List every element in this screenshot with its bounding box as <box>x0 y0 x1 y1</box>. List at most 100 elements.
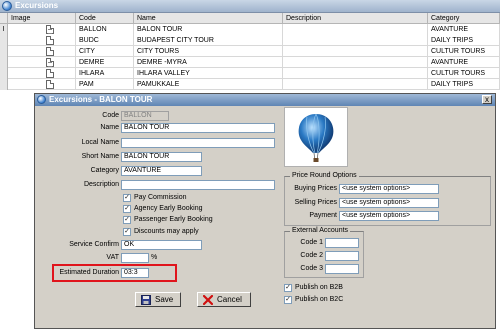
image-cell <box>8 57 76 68</box>
description-field[interactable] <box>121 180 275 190</box>
image-cell <box>8 24 76 35</box>
table-row[interactable]: DEMRE DEMRE -MYRA AVANTURE <box>0 57 500 68</box>
local-name-field[interactable] <box>121 138 275 148</box>
row-indicator: I <box>0 24 8 35</box>
category-cell: CULTUR TOURS <box>428 68 500 79</box>
column-header-name[interactable]: Name <box>134 13 283 24</box>
image-cell <box>8 68 76 79</box>
vat-label: VAT <box>106 254 119 261</box>
category-cell: AVANTURE <box>428 57 500 68</box>
save-button-label: Save <box>155 295 174 304</box>
pay-commission-checkbox[interactable]: ✓ Pay Commission <box>123 193 243 203</box>
image-cell <box>8 79 76 90</box>
name-field[interactable]: BALON TOUR <box>121 123 275 133</box>
description-cell <box>283 57 428 68</box>
code-field: BALLON <box>121 111 169 121</box>
floppy-disk-icon <box>141 295 151 305</box>
name-cell: BALON TOUR <box>134 24 283 35</box>
column-header-description[interactable]: Description <box>283 13 428 24</box>
table-row[interactable]: PAM PAMUKKALE DAILY TRIPS <box>0 79 500 90</box>
agency-early-booking-checkbox[interactable]: ✓ Agency Early Booking <box>123 204 243 214</box>
app-icon <box>2 1 12 11</box>
buying-prices-select[interactable]: <use system options> <box>339 184 439 194</box>
code3-label: Code 3 <box>300 265 323 272</box>
publish-b2b-checkbox[interactable]: ✓ Publish on B2B <box>284 283 374 293</box>
publish-b2c-checkbox[interactable]: ✓ Publish on B2C <box>284 295 374 305</box>
name-cell: PAMUKKALE <box>134 79 283 90</box>
description-cell <box>283 79 428 90</box>
service-confirm-field[interactable]: OK <box>121 240 202 250</box>
category-cell: CULTUR TOURS <box>428 46 500 57</box>
name-label: Name <box>100 124 119 131</box>
code1-label: Code 1 <box>300 239 323 246</box>
passenger-early-booking-checkbox[interactable]: ✓ Passenger Early Booking <box>123 215 243 225</box>
table-row[interactable]: BUDC BUDAPEST CITY TOUR DAILY TRIPS <box>0 35 500 46</box>
dialog-titlebar[interactable]: Excursions - BALON TOUR x <box>35 94 495 106</box>
checkbox-label: Publish on B2C <box>295 296 344 303</box>
vat-field[interactable] <box>121 253 149 263</box>
row-indicator <box>0 57 8 68</box>
checkbox-label: Passenger Early Booking <box>134 216 213 223</box>
code-cell: IHLARA <box>76 68 134 79</box>
document-icon <box>46 25 54 34</box>
row-indicator <box>0 46 8 57</box>
document-icon <box>46 47 54 56</box>
price-round-title: Price Round Options <box>290 171 359 181</box>
estimated-duration-field[interactable]: 03:3 <box>121 268 149 278</box>
code-cell: BUDC <box>76 35 134 46</box>
cancel-button-label: Cancel <box>217 295 242 304</box>
row-indicator <box>0 68 8 79</box>
description-cell <box>283 46 428 57</box>
category-field[interactable]: AVANTURE <box>121 166 202 176</box>
short-name-field[interactable]: BALON TOUR <box>121 152 202 162</box>
buying-prices-label: Buying Prices <box>294 185 337 192</box>
app-icon <box>37 95 46 104</box>
selling-prices-select[interactable]: <use system options> <box>339 198 439 208</box>
payment-label: Payment <box>309 212 337 219</box>
dialog-title: Excursions - BALON TOUR <box>49 95 153 104</box>
category-label: Category <box>90 167 119 174</box>
name-cell: DEMRE -MYRA <box>134 57 283 68</box>
code3-field[interactable] <box>325 264 359 274</box>
cancel-button[interactable]: Cancel <box>197 292 251 307</box>
checkbox-check-icon: ✓ <box>123 194 131 202</box>
code-label: Code <box>102 112 119 119</box>
code-cell: PAM <box>76 79 134 90</box>
table-row[interactable]: CITY CITY TOURS CULTUR TOURS <box>0 46 500 57</box>
code1-field[interactable] <box>325 238 359 248</box>
checkbox-label: Agency Early Booking <box>134 205 203 212</box>
local-name-label: Local Name <box>81 139 119 146</box>
save-button[interactable]: Save <box>135 292 181 307</box>
payment-select[interactable]: <use system options> <box>339 211 439 221</box>
checkbox-label: Pay Commission <box>134 194 187 201</box>
name-cell: BUDAPEST CITY TOUR <box>134 35 283 46</box>
selling-prices-label: Selling Prices <box>294 199 337 206</box>
checkbox-check-icon: ✓ <box>284 284 292 292</box>
grid-header: Image Code Name Description Category <box>0 13 500 24</box>
checkbox-check-icon: ✓ <box>284 296 292 304</box>
category-cell: DAILY TRIPS <box>428 35 500 46</box>
document-icon <box>46 80 54 89</box>
image-cell <box>8 46 76 57</box>
vat-unit-label: % <box>151 254 158 261</box>
checkbox-check-icon: ✓ <box>123 216 131 224</box>
code-cell: DEMRE <box>76 57 134 68</box>
cancel-x-icon <box>203 295 213 305</box>
code2-field[interactable] <box>325 251 359 261</box>
column-header-image[interactable]: Image <box>8 13 76 24</box>
table-row[interactable]: IHLARA IHLARA VALLEY CULTUR TOURS <box>0 68 500 79</box>
column-header-code[interactable]: Code <box>76 13 134 24</box>
description-cell <box>283 35 428 46</box>
column-header-category[interactable]: Category <box>428 13 500 24</box>
code2-label: Code 2 <box>300 252 323 259</box>
image-cell <box>8 35 76 46</box>
close-button[interactable]: x <box>482 95 492 104</box>
document-icon <box>46 69 54 78</box>
document-icon <box>46 36 54 45</box>
checkbox-label: Publish on B2B <box>295 284 343 291</box>
window-titlebar: Excursions <box>0 0 500 13</box>
table-row[interactable]: I BALLON BALON TOUR AVANTURE <box>0 24 500 35</box>
category-cell: AVANTURE <box>428 24 500 35</box>
name-cell: CITY TOURS <box>134 46 283 57</box>
discounts-checkbox[interactable]: ✓ Discounts may apply <box>123 227 243 237</box>
